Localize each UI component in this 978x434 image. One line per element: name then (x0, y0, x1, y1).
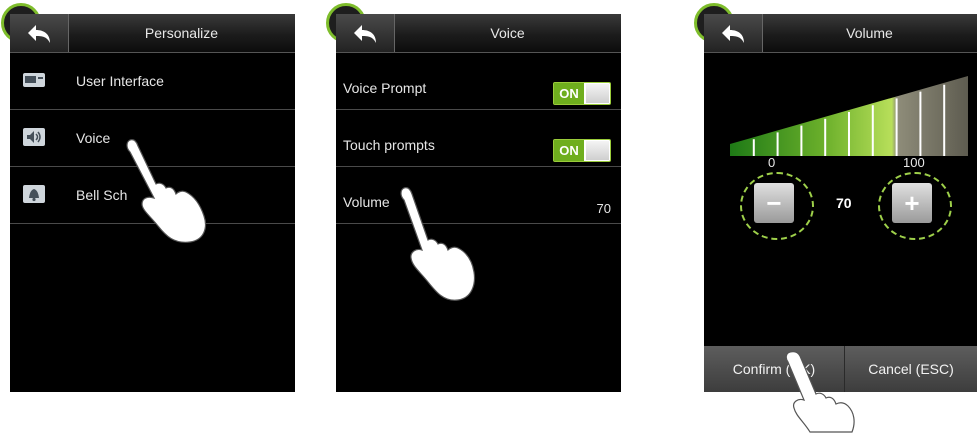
volume-max-label: 100 (903, 155, 925, 170)
page-title: Personalize (144, 25, 219, 41)
toggle-state: ON (554, 140, 584, 161)
back-arrow-icon (354, 25, 376, 43)
cancel-button[interactable]: Cancel (ESC) (845, 346, 977, 392)
touch-prompts-toggle[interactable]: ON (553, 139, 611, 162)
back-button[interactable] (336, 14, 395, 52)
increase-volume-button[interactable]: + (892, 183, 932, 223)
pointing-hand-icon (400, 187, 476, 301)
header: Volume (704, 14, 977, 53)
pointing-hand-icon (126, 139, 207, 243)
plus-icon: + (904, 188, 920, 218)
volume-level-wedge[interactable] (728, 74, 970, 158)
volume-value: 70 (596, 201, 611, 216)
header: Voice (336, 14, 621, 53)
page-title: Voice (490, 25, 525, 41)
menu-item-label: User Interface (76, 73, 164, 89)
voice-prompt-label: Voice Prompt (343, 80, 427, 96)
personalize-screen: Personalize User Interface Voice Bell Sc… (10, 14, 295, 392)
header: Personalize (10, 14, 295, 53)
page-title: Volume (846, 25, 893, 41)
menu-item-user-interface[interactable]: User Interface (10, 53, 295, 110)
speaker-icon (23, 128, 45, 146)
bell-icon (23, 185, 45, 203)
minus-icon: − (766, 188, 782, 218)
voice-screen: Voice Voice Prompt ON Touch prompts ON V… (336, 14, 621, 392)
back-arrow-icon (722, 25, 744, 43)
touch-prompts-row[interactable]: Touch prompts ON (336, 110, 621, 167)
back-arrow-icon (28, 25, 50, 43)
decrease-volume-button[interactable]: − (754, 183, 794, 223)
toggle-knob (586, 84, 609, 103)
voice-prompt-row[interactable]: Voice Prompt ON (336, 53, 621, 110)
monitor-icon (23, 73, 45, 87)
back-button[interactable] (10, 14, 69, 52)
pointing-hand-icon (785, 351, 855, 433)
volume-screen: Volume 0 100 − 70 + Confirm (OK) Cancel … (704, 14, 977, 392)
touch-prompts-label: Touch prompts (343, 137, 435, 153)
voice-prompt-toggle[interactable]: ON (553, 82, 611, 105)
volume-label: Volume (343, 194, 390, 210)
toggle-knob (586, 141, 609, 160)
volume-row[interactable]: Volume 70 (336, 167, 621, 224)
menu-item-label: Voice (76, 130, 111, 146)
back-button[interactable] (704, 14, 763, 52)
volume-current-value: 70 (836, 195, 852, 211)
volume-min-label: 0 (768, 155, 776, 170)
toggle-state: ON (554, 83, 584, 104)
